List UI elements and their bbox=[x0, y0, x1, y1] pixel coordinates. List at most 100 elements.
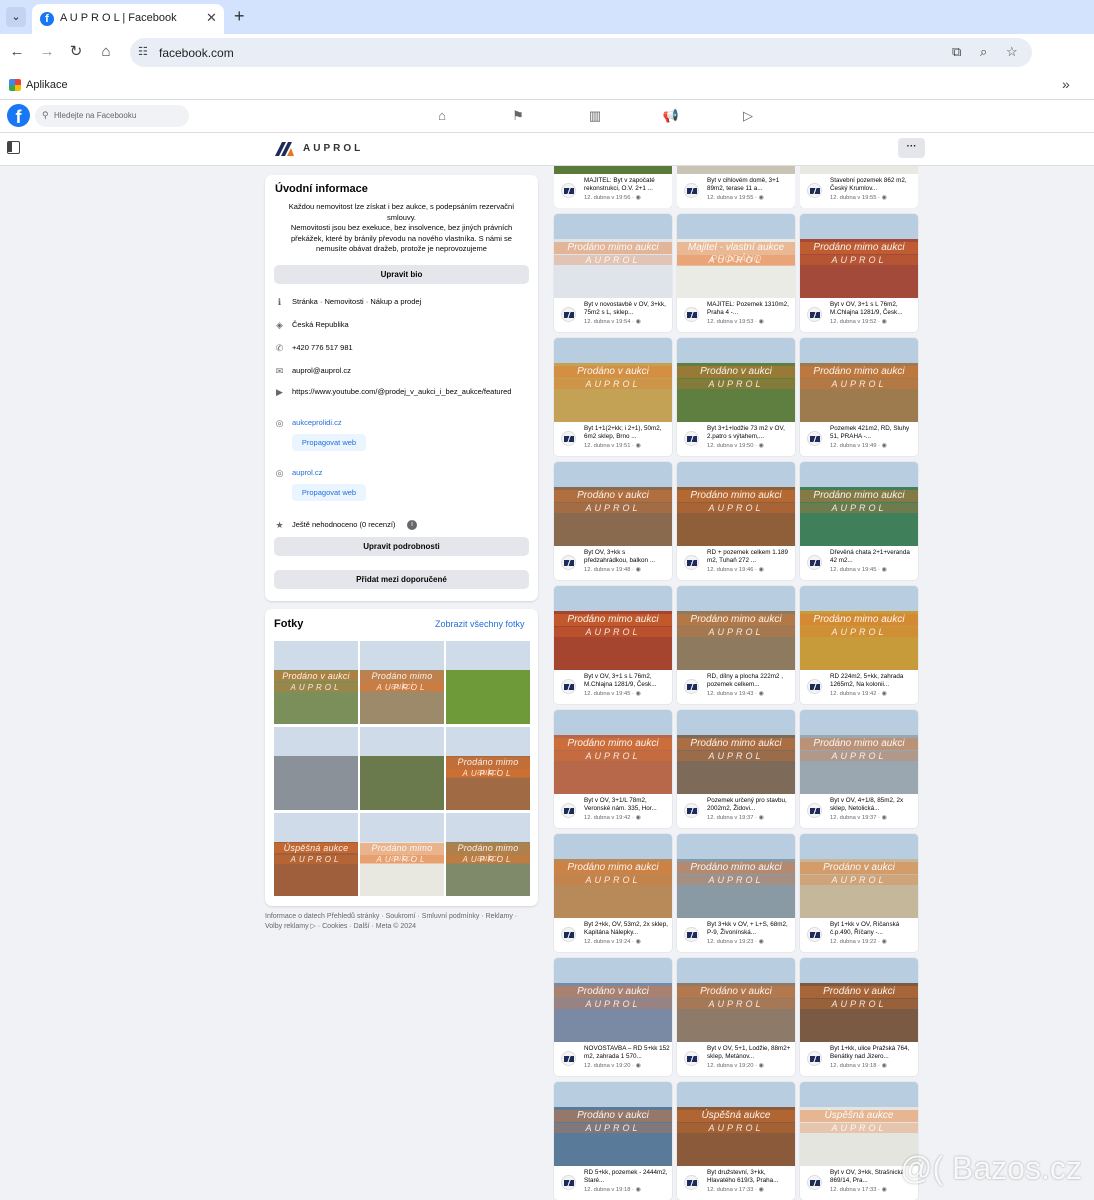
listing-photo[interactable]: Prodáno v aukci AUPROL bbox=[554, 1082, 672, 1166]
auprol-logo-icon[interactable] bbox=[275, 142, 297, 156]
listing-photo[interactable]: Prodáno v aukci AUPROL bbox=[554, 338, 672, 422]
listing-card[interactable]: Prodáno mimo aukci AUPROL Dřevěná chata 2+… bbox=[800, 462, 918, 580]
youtube-link[interactable]: https://www.youtube.com/@prodej_v_aukci_… bbox=[292, 387, 534, 397]
help-info-icon[interactable]: i bbox=[407, 520, 417, 530]
facebook-search-input[interactable]: ⚲ Hledejte na Facebooku bbox=[35, 105, 189, 127]
listing-photo[interactable]: Prodáno mimo aukci AUPROL bbox=[677, 834, 795, 918]
install-app-icon[interactable]: ⧉ bbox=[952, 44, 961, 60]
website-link[interactable]: auprol.cz bbox=[292, 468, 534, 478]
listing-card[interactable]: Prodáno mimo aukci AUPROL Pozemek určený p… bbox=[677, 710, 795, 828]
listing-card[interactable]: Prodáno v aukci AUPROL NOVOSTAVBA – RD 5+k… bbox=[554, 958, 672, 1076]
bookmarks-overflow-icon[interactable]: » bbox=[1062, 76, 1070, 92]
home-nav-icon[interactable]: ⌂ bbox=[433, 107, 451, 125]
listing-card[interactable]: Prodáno v aukci AUPROL RD 5+kk, pozemek - … bbox=[554, 1082, 672, 1200]
listing-card[interactable]: Prodáno v aukci AUPROL Byt 3+1+lodžie 73 m… bbox=[677, 338, 795, 456]
page-name[interactable]: AUPROL bbox=[303, 143, 363, 154]
listing-photo[interactable]: Prodáno v aukci AUPROL bbox=[800, 958, 918, 1042]
listing-card[interactable]: Prodáno mimo aukci AUPROL Pozemek 421m2, R… bbox=[800, 338, 918, 456]
listing-photo[interactable]: Prodáno mimo aukci AUPROL bbox=[554, 214, 672, 298]
listing-photo[interactable]: Prodáno mimo aukci AUPROL bbox=[554, 586, 672, 670]
listing-card[interactable]: Úspěšná aukce AUPROL Byt družstevní, 3+kk,… bbox=[677, 1082, 795, 1200]
promote-website-button[interactable]: Propagovat web bbox=[292, 484, 366, 501]
see-all-photos-link[interactable]: Zobrazit všechny fotky bbox=[435, 619, 525, 629]
sidebar-toggle-icon[interactable] bbox=[7, 141, 20, 154]
more-options-button[interactable]: ··· bbox=[898, 138, 925, 158]
listing-card[interactable]: Prodáno mimo aukci AUPROL RD + pozemek cel… bbox=[677, 462, 795, 580]
site-settings-icon[interactable]: ☷ bbox=[138, 45, 148, 58]
zoom-icon[interactable]: ⌕ bbox=[980, 44, 987, 60]
listing-photo[interactable]: Majitel - vlastní aukce PRODÁNO AUPROL bbox=[677, 214, 795, 298]
bookmark-apps[interactable]: Aplikace bbox=[26, 79, 68, 91]
listing-card[interactable]: Prodáno v aukci AUPROL Byt OV, 3+kk s před… bbox=[554, 462, 672, 580]
listing-photo[interactable]: Prodáno mimo aukci AUPROL bbox=[800, 214, 918, 298]
footer-links[interactable]: Informace o datech Přehledů stránky · So… bbox=[265, 912, 533, 932]
photo-thumbnail[interactable]: Prodáno mimo aukci AUPROL bbox=[446, 813, 530, 896]
url-text[interactable]: facebook.com bbox=[159, 46, 234, 60]
home-icon[interactable]: ⌂ bbox=[96, 42, 116, 62]
listing-card[interactable]: Prodáno v aukci AUPROL Byt 1+1(2+kk; i 2+1… bbox=[554, 338, 672, 456]
listing-card[interactable]: Prodáno mimo aukci AUPROL Byt v OV, 3+1 s … bbox=[800, 214, 918, 332]
active-tab[interactable]: f A U P R O L | Facebook ✕ bbox=[32, 4, 224, 34]
photo-thumbnail[interactable]: Prodáno v aukci AUPROL bbox=[274, 641, 358, 724]
listing-card[interactable]: Prodáno mimo aukci AUPROL Byt v OV, 3+1/L … bbox=[554, 710, 672, 828]
page-avatar-icon bbox=[561, 679, 576, 694]
listing-photo[interactable]: Prodáno mimo aukci AUPROL bbox=[800, 462, 918, 546]
pages-flag-icon[interactable]: ⚑ bbox=[509, 107, 527, 125]
photo-thumbnail[interactable]: Prodáno mimo aukci AUPROL bbox=[446, 727, 530, 810]
promote-website-button[interactable]: Propagovat web bbox=[292, 434, 366, 451]
new-tab-icon[interactable]: + bbox=[234, 6, 245, 27]
video-play-icon[interactable]: ▷ bbox=[739, 107, 757, 125]
listing-photo[interactable]: Prodáno mimo aukci AUPROL bbox=[677, 710, 795, 794]
facebook-logo-icon[interactable]: f bbox=[7, 104, 30, 127]
listing-card[interactable]: Prodáno v aukci AUPROL Byt 1+kk, ulice Pra… bbox=[800, 958, 918, 1076]
listing-card[interactable]: Prodáno mimo aukci AUPROL Byt v OV, 4+1/8,… bbox=[800, 710, 918, 828]
apps-grid-icon[interactable] bbox=[9, 79, 21, 91]
listing-card[interactable]: Prodáno mimo aukci AUPROL Byt v novostavbě… bbox=[554, 214, 672, 332]
listing-photo[interactable]: Prodáno mimo aukci AUPROL bbox=[800, 710, 918, 794]
photo-thumbnail[interactable]: Prodáno mimo aukci AUPROL bbox=[360, 813, 444, 896]
listing-photo[interactable]: Prodáno mimo aukci AUPROL bbox=[800, 586, 918, 670]
photo-thumbnail[interactable] bbox=[360, 727, 444, 810]
photo-thumbnail[interactable]: Prodáno mimo aukci AUPROL bbox=[360, 641, 444, 724]
listing-card[interactable]: Prodáno v aukci AUPROL Byt v OV, 5+1, Lodž… bbox=[677, 958, 795, 1076]
back-arrow-icon[interactable]: ← bbox=[7, 42, 27, 62]
photo-thumbnail[interactable]: Úspěšná aukce AUPROL bbox=[274, 813, 358, 896]
reload-icon[interactable]: ↻ bbox=[66, 42, 86, 62]
tab-search-button[interactable]: ⌄ bbox=[6, 7, 26, 27]
listing-photo[interactable]: Prodáno v aukci AUPROL bbox=[677, 338, 795, 422]
listing-photo[interactable]: Prodáno mimo aukci AUPROL bbox=[677, 586, 795, 670]
listing-title: Pozemek určený pro stavbu, 2002m2, Židov… bbox=[707, 797, 787, 812]
listing-photo[interactable]: Prodáno mimo aukci AUPROL bbox=[800, 338, 918, 422]
listing-photo[interactable]: Prodáno mimo aukci AUPROL bbox=[554, 834, 672, 918]
ads-megaphone-icon[interactable]: 📢 bbox=[662, 107, 680, 125]
page-header-bar: AUPROL ··· bbox=[0, 133, 1094, 166]
listing-timestamp: 12. dubna v 19:22 · ◉ bbox=[830, 939, 887, 945]
edit-bio-button[interactable]: Upravit bio bbox=[274, 265, 529, 284]
tab-close-icon[interactable]: ✕ bbox=[206, 10, 217, 26]
listing-card[interactable]: Prodáno mimo aukci AUPROL Byt 2+kk, OV, 53… bbox=[554, 834, 672, 952]
photo-thumbnail[interactable] bbox=[446, 641, 530, 724]
listing-timestamp: 12. dubna v 19:55 · ◉ bbox=[707, 195, 764, 201]
website-link[interactable]: aukceprolidi.cz bbox=[292, 418, 534, 428]
listing-card[interactable]: Prodáno mimo aukci AUPROL RD 224m2, 5+kk, … bbox=[800, 586, 918, 704]
address-bar[interactable]: ☷ facebook.com ⧉ ⌕ ☆ bbox=[130, 38, 1032, 67]
photo-thumbnail[interactable] bbox=[274, 727, 358, 810]
listing-photo[interactable]: Prodáno mimo aukci AUPROL bbox=[677, 462, 795, 546]
edit-details-button[interactable]: Upravit podrobnosti bbox=[274, 537, 529, 556]
listing-card[interactable]: Majitel - vlastní aukce PRODÁNO AUPROL MAJ… bbox=[677, 214, 795, 332]
listing-photo[interactable]: Prodáno mimo aukci AUPROL bbox=[554, 710, 672, 794]
listing-photo[interactable]: Úspěšná aukce AUPROL bbox=[677, 1082, 795, 1166]
insights-icon[interactable]: ▥ bbox=[586, 107, 604, 125]
listing-card[interactable]: Prodáno mimo aukci AUPROL Byt 3+kk v OV, +… bbox=[677, 834, 795, 952]
add-recommended-button[interactable]: Přidat mezi doporučené bbox=[274, 570, 529, 589]
listing-card[interactable]: Prodáno mimo aukci AUPROL Byt v OV, 3+1 s … bbox=[554, 586, 672, 704]
listing-photo[interactable]: Prodáno v aukci AUPROL bbox=[554, 462, 672, 546]
listing-photo[interactable]: Prodáno v aukci AUPROL bbox=[800, 834, 918, 918]
bookmark-star-icon[interactable]: ☆ bbox=[1006, 44, 1018, 60]
listing-card[interactable]: Prodáno mimo aukci AUPROL RD, dílny a ploc… bbox=[677, 586, 795, 704]
forward-arrow-icon[interactable]: → bbox=[37, 42, 57, 62]
listing-photo[interactable]: Prodáno v aukci AUPROL bbox=[554, 958, 672, 1042]
listing-title: RD 224m2, 5+kk, zahrada 1265m2, Na kolon… bbox=[830, 673, 904, 688]
listing-photo[interactable]: Prodáno v aukci AUPROL bbox=[677, 958, 795, 1042]
listing-card[interactable]: Prodáno v aukci AUPROL Byt 1+kk v OV, Říča… bbox=[800, 834, 918, 952]
